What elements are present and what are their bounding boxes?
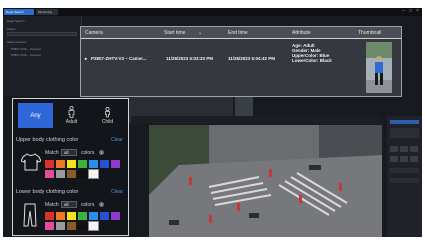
upper-colors-label: colors bbox=[81, 150, 95, 156]
color-swatch[interactable] bbox=[100, 212, 109, 220]
right-control-panel bbox=[387, 116, 422, 237]
color-swatch[interactable] bbox=[78, 170, 87, 178]
color-swatch[interactable] bbox=[67, 212, 76, 220]
column-camera[interactable]: Camera bbox=[85, 30, 103, 36]
upper-body-title: Upper body clothing color bbox=[16, 137, 79, 143]
row-expand-icon[interactable]: ▸ bbox=[85, 56, 87, 62]
right-panel-header bbox=[390, 120, 419, 124]
color-swatch[interactable] bbox=[100, 160, 109, 168]
column-attribute[interactable]: Attribute bbox=[292, 30, 311, 36]
age-adult-button[interactable]: Adult bbox=[54, 103, 89, 128]
column-thumbnail[interactable]: Thumbnail bbox=[358, 30, 381, 36]
color-swatch[interactable] bbox=[56, 222, 65, 230]
lower-colors-label: colors bbox=[81, 202, 95, 208]
upper-clear-link[interactable]: Clear bbox=[111, 137, 123, 143]
column-end-time[interactable]: End time bbox=[228, 30, 248, 36]
color-swatch[interactable] bbox=[78, 222, 87, 230]
pants-icon bbox=[23, 203, 37, 227]
color-swatch[interactable] bbox=[89, 212, 98, 220]
tab-monitoring[interactable]: Monitoring bbox=[36, 9, 58, 15]
cell-attribute: Age: Adult Gender: Male UpperColor: Blue… bbox=[292, 43, 332, 63]
color-swatch[interactable] bbox=[78, 212, 87, 220]
object-label: Object bbox=[7, 27, 16, 31]
color-swatch[interactable] bbox=[88, 221, 99, 231]
cell-start-time: 11/26/2023 5:03:33 PM bbox=[166, 56, 214, 61]
color-swatch[interactable] bbox=[111, 212, 120, 220]
upper-match-label: Match bbox=[45, 150, 59, 156]
control-button[interactable] bbox=[400, 146, 408, 152]
adult-label: Adult bbox=[65, 119, 78, 125]
age-any-button[interactable]: Any bbox=[18, 103, 53, 128]
results-header: Camera Start time ⌄ End time Attribute T… bbox=[81, 27, 401, 38]
maximize-button[interactable]: □ bbox=[408, 9, 413, 14]
control-slider[interactable] bbox=[390, 178, 419, 183]
cell-end-time: 11/26/2023 5:04:42 PM bbox=[228, 56, 276, 61]
device-item[interactable]: P3807-PVE – Camera bbox=[11, 53, 41, 57]
table-row[interactable]: ▸ P3807-ZHTV-V3 – Camer... 11/26/2023 5:… bbox=[81, 39, 401, 96]
select-devices-label: Select devices bbox=[7, 40, 27, 44]
object-select[interactable] bbox=[7, 32, 77, 36]
street-scene bbox=[149, 125, 382, 237]
color-swatch[interactable] bbox=[56, 160, 65, 168]
lower-match-label: Match bbox=[45, 202, 59, 208]
adult-person-icon bbox=[68, 106, 75, 118]
color-swatch[interactable] bbox=[88, 169, 99, 179]
minimize-button[interactable]: – bbox=[401, 9, 406, 14]
search-results-table: Camera Start time ⌄ End time Attribute T… bbox=[80, 26, 402, 97]
color-swatch[interactable] bbox=[45, 212, 54, 220]
device-item[interactable]: P3807-PVE – Camera bbox=[11, 47, 41, 51]
result-thumbnail[interactable] bbox=[366, 42, 392, 93]
attribute-lower-color: LowerColor: Black bbox=[292, 58, 332, 63]
lower-info-icon[interactable]: i bbox=[99, 202, 104, 207]
cell-camera: P3807-ZHTV-V3 – Camer... bbox=[91, 56, 147, 61]
color-swatch[interactable] bbox=[45, 160, 54, 168]
tab-deep-search[interactable]: Deep Search bbox=[4, 9, 34, 15]
camera-video-view[interactable] bbox=[149, 125, 382, 237]
color-swatch[interactable] bbox=[56, 170, 65, 178]
control-slider[interactable] bbox=[390, 168, 419, 173]
child-label: Child bbox=[101, 119, 114, 125]
upper-info-icon[interactable]: i bbox=[99, 150, 104, 155]
color-swatch[interactable] bbox=[111, 160, 120, 168]
app-window: Deep Search Monitoring – □ × Deep Search… bbox=[3, 8, 422, 237]
lower-body-title: Lower body clothing color bbox=[16, 189, 79, 195]
color-swatch[interactable] bbox=[78, 160, 87, 168]
lower-clear-link[interactable]: Clear bbox=[111, 189, 123, 195]
child-person-icon bbox=[105, 106, 110, 118]
control-button[interactable] bbox=[400, 156, 408, 162]
age-child-button[interactable]: Child bbox=[90, 103, 125, 128]
lower-match-select[interactable]: all bbox=[61, 201, 77, 208]
control-button[interactable] bbox=[390, 156, 398, 162]
upper-match-select[interactable]: all bbox=[61, 149, 77, 156]
shirt-icon bbox=[21, 153, 41, 171]
sidebar-title: Deep Search bbox=[7, 19, 25, 23]
control-button[interactable] bbox=[410, 146, 418, 152]
color-swatch[interactable] bbox=[67, 160, 76, 168]
color-swatch[interactable] bbox=[67, 222, 76, 230]
color-swatch[interactable] bbox=[56, 212, 65, 220]
control-button[interactable] bbox=[390, 146, 398, 152]
color-swatch[interactable] bbox=[45, 170, 54, 178]
column-start-time[interactable]: Start time bbox=[164, 30, 185, 36]
color-swatch[interactable] bbox=[45, 222, 54, 230]
right-panel-preview bbox=[390, 128, 419, 138]
title-bar: Deep Search Monitoring – □ × bbox=[3, 8, 422, 16]
color-swatch[interactable] bbox=[67, 170, 76, 178]
sort-icon[interactable]: ⌄ bbox=[198, 30, 202, 36]
person-attribute-filter: Any Adult Child Upper body clothing colo… bbox=[12, 98, 129, 236]
close-button[interactable]: × bbox=[415, 9, 420, 14]
control-button[interactable] bbox=[410, 156, 418, 162]
color-swatch[interactable] bbox=[89, 160, 98, 168]
video-toolbar bbox=[131, 116, 382, 124]
sidebar: Deep Search Object Select devices P3807-… bbox=[3, 16, 82, 96]
